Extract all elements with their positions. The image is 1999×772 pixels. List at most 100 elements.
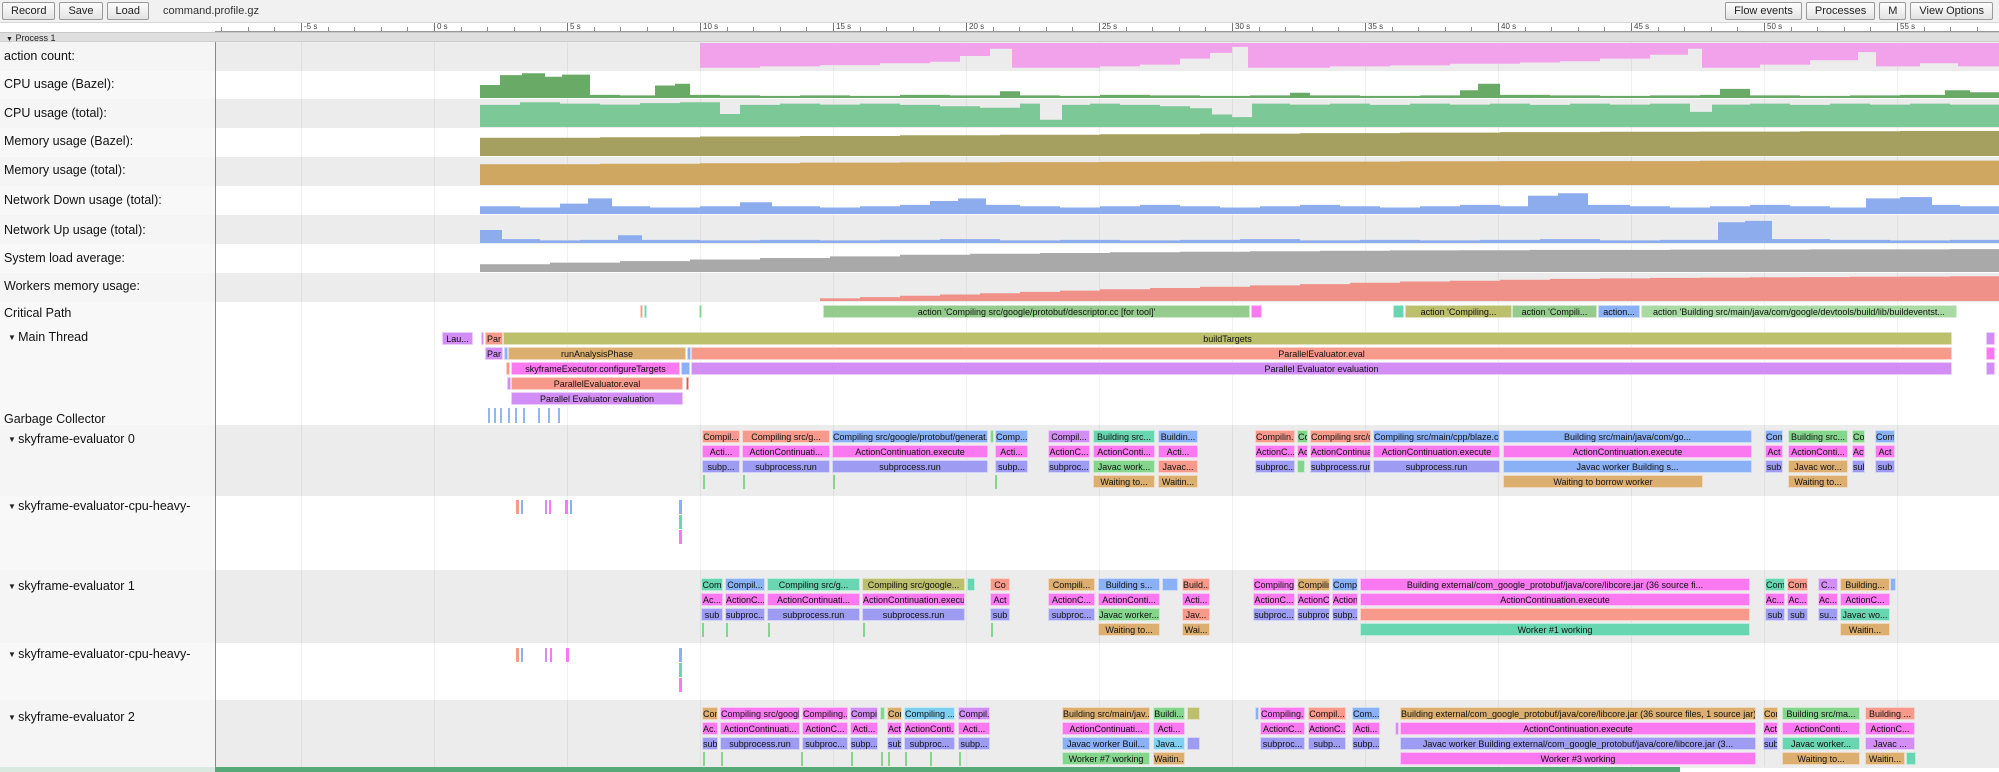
counter-chart-system-load[interactable] [215, 246, 1999, 272]
slice[interactable]: sub [701, 608, 723, 621]
slice[interactable]: subproc... [1297, 608, 1330, 621]
event-tick[interactable] [565, 500, 568, 514]
event-tick[interactable] [679, 678, 682, 692]
event-tick[interactable] [488, 408, 490, 423]
slice[interactable]: subprocess.run [720, 737, 800, 750]
event-tick[interactable] [703, 752, 705, 766]
slice[interactable]: Acti... [1182, 593, 1210, 606]
slice[interactable]: ActionContinuation.execute [1503, 445, 1752, 458]
slice[interactable]: Lau... [442, 332, 473, 345]
view-options-button[interactable]: View Options [1910, 2, 1993, 20]
slice[interactable]: sub [702, 737, 718, 750]
slice[interactable]: sub [1763, 737, 1778, 750]
slice[interactable]: Act [1852, 445, 1865, 458]
slice[interactable]: Act [1765, 445, 1783, 458]
slice[interactable]: sub [1765, 608, 1785, 621]
slice[interactable]: subprocess.run [1310, 460, 1371, 473]
counter-chart-memory-usage-bazel[interactable] [215, 130, 1999, 156]
slice[interactable]: ActionContinuati... [1062, 722, 1150, 735]
slice[interactable]: Com... [1352, 707, 1380, 720]
slice[interactable]: Compil... [1308, 707, 1346, 720]
slice[interactable] [699, 305, 702, 318]
slice[interactable]: ActionContinuati... [720, 722, 800, 735]
slice[interactable]: Ac... [1787, 593, 1808, 606]
slice[interactable]: Compilin... [1297, 578, 1330, 591]
slice[interactable]: Build... [1182, 578, 1210, 591]
slice[interactable]: Javac... [1158, 460, 1198, 473]
slice[interactable]: subproc... [725, 608, 765, 621]
slice[interactable]: Acti... [1352, 722, 1380, 735]
slice[interactable]: Compiling src/main/cpp/blaze.cc [1373, 430, 1500, 443]
slice[interactable]: subproc... [1048, 460, 1090, 473]
slice[interactable]: subp... [1308, 737, 1346, 750]
event-tick[interactable] [905, 752, 907, 766]
slice[interactable]: Compil... [1048, 430, 1090, 443]
slice[interactable]: ActionC... [802, 722, 848, 735]
slice[interactable]: Jav... [1182, 608, 1210, 621]
slice[interactable]: sub [1875, 460, 1895, 473]
event-tick[interactable] [991, 623, 993, 637]
event-tick[interactable] [545, 648, 547, 662]
event-tick[interactable] [863, 623, 865, 637]
slice[interactable] [1162, 578, 1178, 591]
slice[interactable]: Ac... [1765, 593, 1785, 606]
slice[interactable]: Act [1763, 722, 1778, 735]
slice[interactable]: ActionContinuation.execute [862, 593, 965, 606]
track-label-skyframe-evaluator-cpu-heavy[interactable]: ▼ skyframe-evaluator-cpu-heavy- [8, 499, 190, 513]
event-tick[interactable] [726, 623, 728, 637]
slice[interactable]: ActionC... [725, 593, 765, 606]
slice[interactable]: Building external/com_google_protobuf/ja… [1360, 578, 1750, 591]
slice[interactable]: subproc... [904, 737, 955, 750]
slice[interactable] [1360, 608, 1750, 621]
slice[interactable]: action 'Compiling... [1405, 305, 1512, 318]
event-tick[interactable] [888, 752, 890, 766]
slice[interactable] [1986, 332, 1995, 345]
slice[interactable]: action 'Compiling src/google/protobuf/de… [823, 305, 1250, 318]
slice[interactable]: Com [887, 707, 902, 720]
slice[interactable]: Compiling... [802, 707, 848, 720]
slice[interactable]: ParallelEvaluator.eval [511, 377, 683, 390]
slice[interactable]: Waitin... [1153, 752, 1185, 765]
slice[interactable]: Javac worker... [1098, 608, 1160, 621]
slice[interactable]: ActionC... [1297, 593, 1330, 606]
slice[interactable]: Com [701, 578, 723, 591]
slice[interactable]: Act [1297, 445, 1308, 458]
event-tick[interactable] [566, 648, 569, 662]
event-tick[interactable] [881, 752, 883, 766]
slice[interactable]: Parallel Evaluator evaluation [511, 392, 683, 405]
event-tick[interactable] [521, 648, 523, 662]
slice[interactable]: Compil... [958, 707, 990, 720]
slice[interactable]: Building... [1840, 578, 1890, 591]
event-tick[interactable] [801, 752, 803, 766]
slice[interactable]: Compiling src/core/... [1310, 430, 1371, 443]
slice[interactable]: Javac worker Buil... [1062, 737, 1150, 750]
slice[interactable]: subprocess.run [742, 460, 830, 473]
slice[interactable]: Buildin... [1158, 430, 1198, 443]
slice[interactable]: Parallel Evaluator evaluation [691, 362, 1952, 375]
event-tick[interactable] [833, 475, 835, 489]
slice[interactable]: action 'Compili... [1512, 305, 1597, 318]
slice[interactable]: ActionC... [1840, 593, 1890, 606]
slice[interactable]: Co [1297, 430, 1308, 443]
slice[interactable]: Compi... [850, 707, 878, 720]
event-tick[interactable] [494, 408, 496, 423]
slice[interactable]: subp... [1352, 737, 1380, 750]
event-tick[interactable] [508, 408, 510, 423]
slice[interactable]: Comp... [995, 430, 1028, 443]
event-tick[interactable] [679, 530, 682, 544]
event-tick[interactable] [679, 648, 682, 662]
slice[interactable]: Worker #1 working [1360, 623, 1750, 636]
slice[interactable] [990, 430, 994, 443]
slice[interactable]: action... [1598, 305, 1640, 318]
slice[interactable]: Compiling src/google... [862, 578, 965, 591]
slice[interactable]: ActionC... [1253, 593, 1295, 606]
slice[interactable]: Compiling src/google... [720, 707, 800, 720]
slice[interactable]: buildTargets [503, 332, 1952, 345]
slice[interactable]: Waiting to... [1788, 475, 1848, 488]
slice[interactable]: Building ... [1865, 707, 1915, 720]
event-tick[interactable] [515, 408, 517, 423]
counter-chart-network-down[interactable] [215, 188, 1999, 214]
event-tick[interactable] [930, 752, 932, 766]
slice[interactable]: ActionConti... [1788, 445, 1848, 458]
slice[interactable] [1251, 305, 1262, 318]
